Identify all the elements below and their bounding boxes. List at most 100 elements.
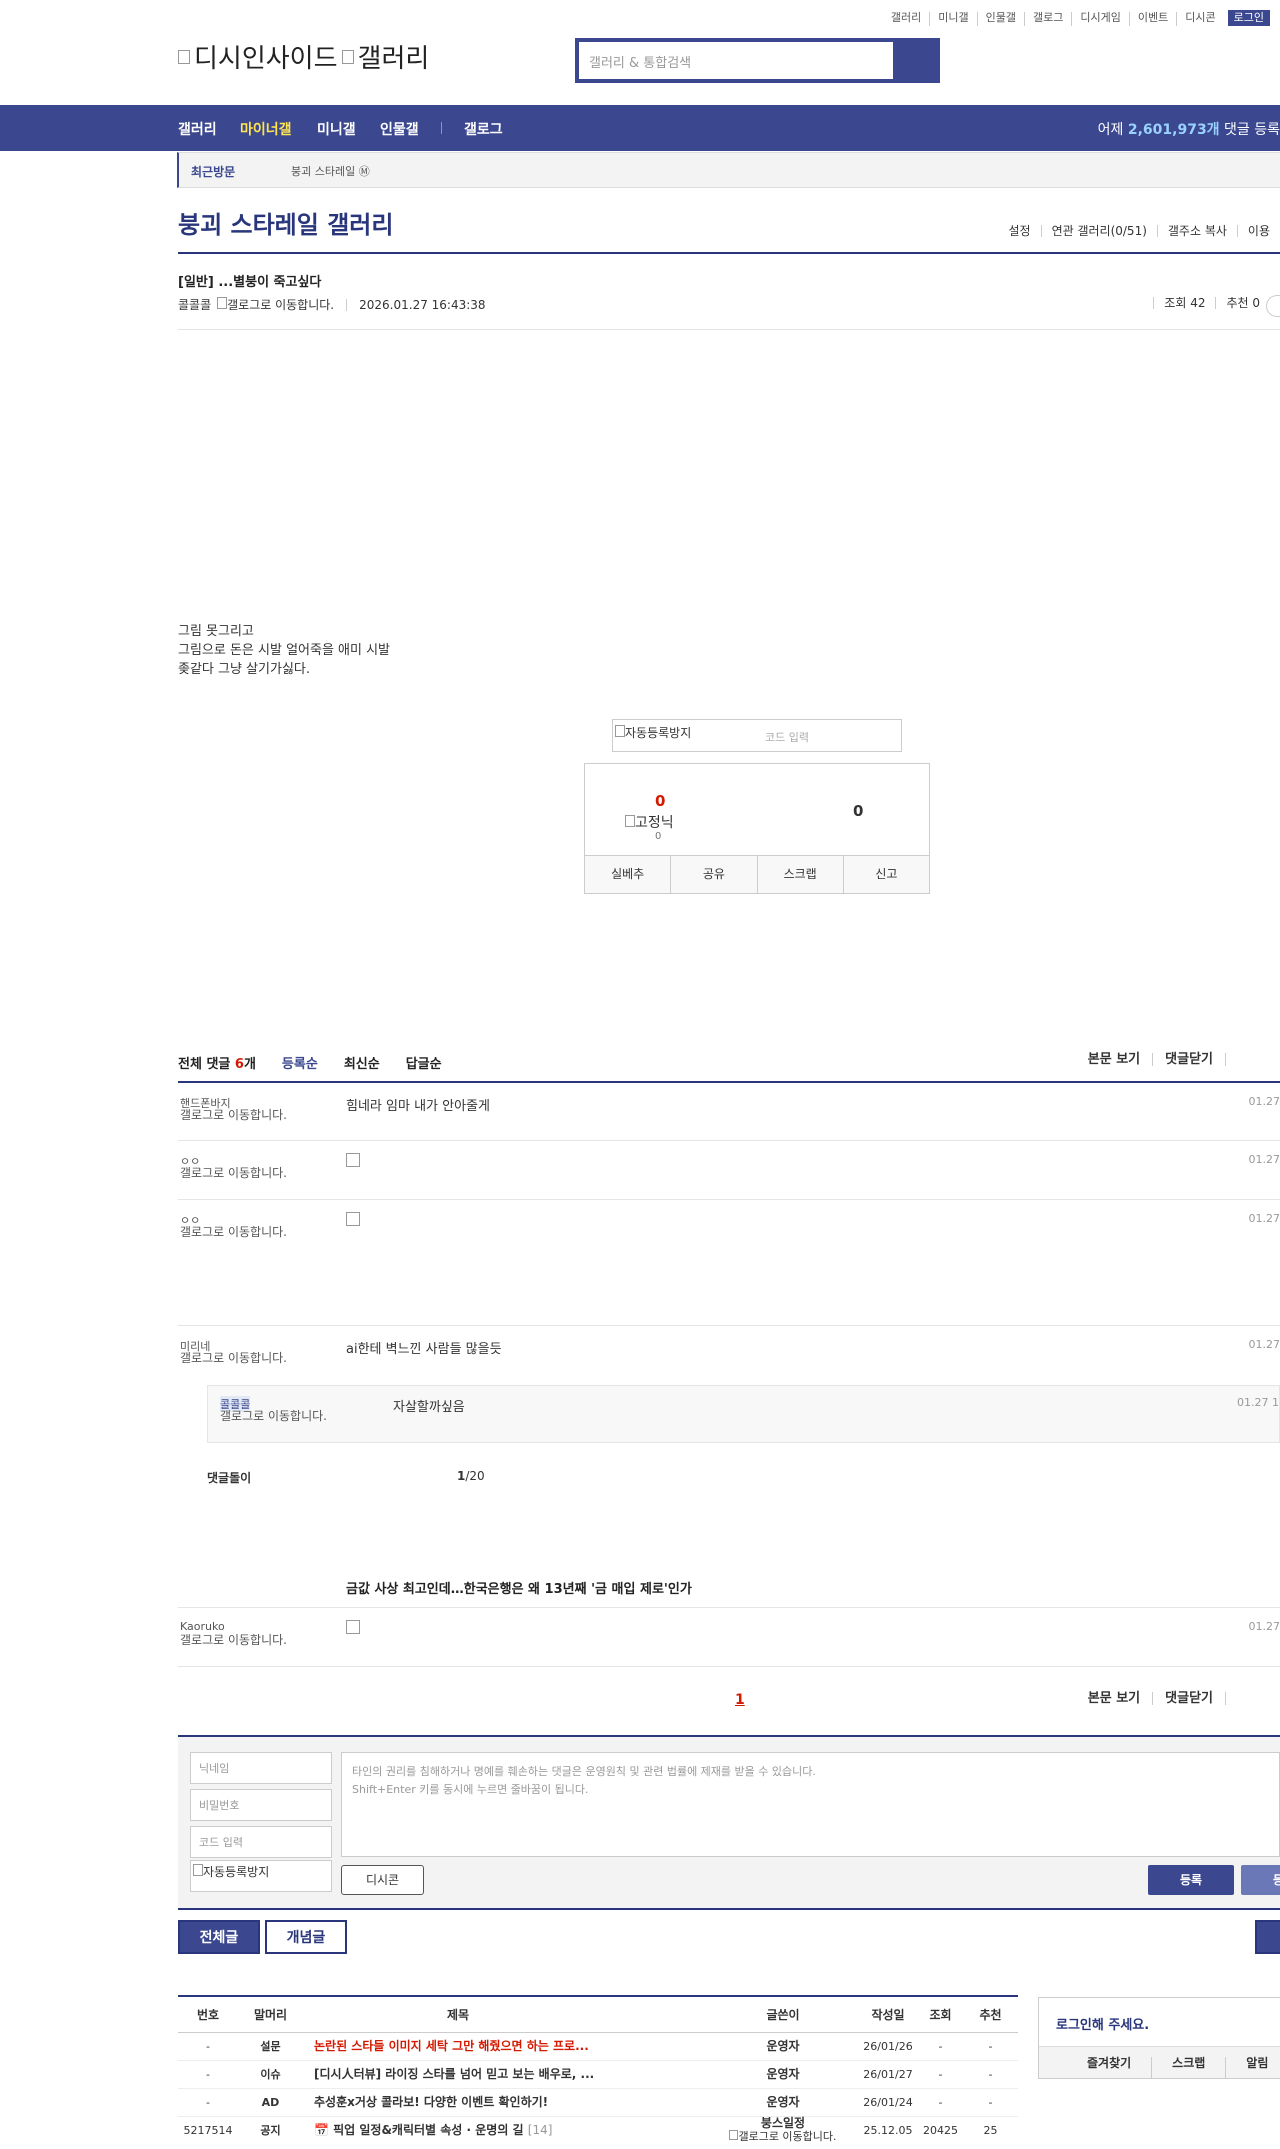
comment-page-1[interactable]: 1 [735, 1692, 745, 1708]
nav-person-gallery[interactable]: 인물갤 [380, 119, 419, 139]
nickname-input[interactable]: 닉네임 [190, 1752, 332, 1784]
write-bottom-divider [178, 1908, 1280, 1910]
reply-gallog-link[interactable]: 갤로그로 이동합니다. [220, 1410, 360, 1423]
favorites-link[interactable]: 즐겨찾기 [1039, 2057, 1151, 2078]
post-date: 2026.01.27 16:43:38 [359, 297, 486, 312]
row-date: 26/01/24 [863, 2096, 913, 2109]
close-comments-link[interactable]: 댓글닫기 [1152, 1053, 1225, 1066]
login-prompt[interactable]: 로그인해 주세요. [1056, 2014, 1149, 2033]
close-comments-link[interactable]: 댓글닫기 [1152, 1692, 1225, 1705]
broken-image-icon [729, 2130, 739, 2140]
row-writer[interactable]: 운영자 [738, 2033, 828, 2060]
table-row[interactable]: - AD 추성훈x거상 콜라보! 다양한 이벤트 확인하기! 운영자 26/01… [178, 2089, 1018, 2117]
row-subject[interactable]: 📅 픽업 일정&캐릭터별 속성 · 운명의 길 [14] [314, 2117, 734, 2144]
table-row[interactable]: 5217514 공지 📅 픽업 일정&캐릭터별 속성 · 운명의 길 [14] … [178, 2117, 1018, 2145]
util-link-event[interactable]: 이벤트 [1128, 12, 1176, 26]
table-row[interactable]: - 이슈 [디시人터뷰] 라이징 스타를 넘어 믿고 보는 배우로, ... 운… [178, 2061, 1018, 2089]
refresh-link[interactable] [1225, 1053, 1250, 1066]
captcha-image: 자동등록방지 [190, 1860, 332, 1892]
submit-button-2[interactable]: 등록 [1241, 1865, 1280, 1895]
news-headline[interactable]: 금값 사상 최고인데…한국은행은 왜 13년째 '금 매입 제로'인가 [346, 1578, 692, 1597]
report-button[interactable]: 신고 [842, 856, 929, 893]
refresh-link[interactable] [1225, 1692, 1250, 1705]
table-header: 번호 말머리 제목 글쓴이 작성일 조회 추천 [178, 1995, 1018, 2033]
share-button[interactable]: 공유 [670, 856, 756, 893]
share-circle-icon[interactable] [1266, 295, 1280, 317]
best-recommend-button[interactable]: 실베추 [585, 856, 670, 893]
sort-reply[interactable]: 답글순 [406, 1053, 442, 1072]
table-row[interactable]: - 설문 논란된 스타들 이미지 세탁 그만 해줬으면 하는 프로... 운영자… [178, 2033, 1018, 2061]
nav-minor-gallery[interactable]: 마이너갤 [240, 119, 292, 139]
sort-registered[interactable]: 등록순 [282, 1053, 318, 1072]
row-writer[interactable]: 운영자 [738, 2089, 828, 2116]
row-writer[interactable]: 붕스일정 갤로그로 이동합니다. [718, 2117, 848, 2143]
reply-item: 콜콜콜 갤로그로 이동합니다. 자살할까싶음 01.27 1 [207, 1385, 1280, 1443]
comment-gallog-link[interactable]: 갤로그로 이동합니다. [180, 1352, 320, 1365]
comment-gallog-link[interactable]: 갤로그로 이동합니다. [180, 1226, 320, 1239]
site-logo[interactable]: 디시인사이드 갤러리 [178, 38, 429, 75]
related-gallery-link[interactable]: 연관 갤러리(0/51) [1040, 225, 1157, 237]
util-link-dccon[interactable]: 디시콘 [1176, 12, 1223, 26]
util-link-game[interactable]: 디시게임 [1071, 12, 1128, 26]
comment-stat: 어제 2,601,973개 댓글 등록 [1097, 122, 1280, 138]
write-post-button[interactable] [1255, 1920, 1280, 1954]
row-subject[interactable]: 논란된 스타들 이미지 세탁 그만 해줬으면 하는 프로... [314, 2033, 734, 2060]
password-input[interactable]: 비밀번호 [190, 1789, 332, 1821]
post-writer[interactable]: 콜콜콜 [178, 296, 211, 313]
comment-gallog-link[interactable]: 갤로그로 이동합니다. [180, 1109, 320, 1122]
util-link-mini[interactable]: 미니갤 [929, 12, 976, 26]
row-reply-count: [14] [527, 2123, 553, 2137]
recent-gallery-link[interactable]: 붕괴 스타레일 Ⓜ [291, 163, 370, 179]
fixed-nick-count: 0 [655, 831, 662, 842]
nav-gallery[interactable]: 갤러리 [178, 119, 217, 139]
login-box-links: 즐겨찾기 스크랩 알림 [1039, 2046, 1280, 2078]
reply-date: 01.27 1 [1237, 1396, 1279, 1409]
util-link-person[interactable]: 인물갤 [976, 12, 1024, 26]
comment-header-links: 본문 보기 댓글닫기 [1076, 1053, 1250, 1066]
view-post-link[interactable]: 본문 보기 [1076, 1692, 1152, 1705]
all-posts-button[interactable]: 전체글 [178, 1920, 260, 1954]
broken-image-icon [178, 49, 190, 64]
search-input[interactable]: 갤러리 & 통합검색 [579, 42, 893, 79]
row-views: 20425 [923, 2124, 958, 2137]
comment-textarea[interactable]: 타인의 권리를 침해하거나 명예를 훼손하는 댓글은 운영원칙 및 관련 법률에… [341, 1752, 1280, 1857]
comment-item: 미리네 갤로그로 이동합니다. ai한테 벽느낀 사람들 많을듯 01.27 [178, 1326, 1280, 1384]
scrap-link[interactable]: 스크랩 [1151, 2057, 1225, 2078]
comment-gallog-link[interactable]: 갤로그로 이동합니다. [180, 1167, 320, 1180]
comment-bot-label: 댓글돌이 [207, 1471, 252, 1485]
comment-date: 01.27 [1248, 1212, 1280, 1225]
sort-latest[interactable]: 최신순 [344, 1053, 380, 1072]
view-post-link[interactable]: 본문 보기 [1076, 1053, 1152, 1066]
fixed-nick-recommend[interactable]: 고정닉 [625, 812, 674, 832]
search-button[interactable] [893, 42, 936, 79]
captcha-input[interactable]: 코드 입력 [765, 729, 809, 745]
scrap-button[interactable]: 스크랩 [756, 856, 843, 893]
row-number: 5217514 [183, 2124, 233, 2137]
recommend-actions: 실베추 공유 스크랩 신고 [585, 855, 929, 893]
recommend-down-count: 0 [853, 802, 864, 820]
nav-gallog[interactable]: 갤로그 [464, 119, 503, 139]
login-button[interactable]: 로그인 [1227, 10, 1270, 26]
comment-nick[interactable]: Kaoruko [180, 1620, 225, 1633]
usage-link[interactable]: 이용 [1236, 225, 1280, 237]
submit-button[interactable]: 등록 [1148, 1865, 1234, 1895]
row-subject[interactable]: 추성훈x거상 콜라보! 다양한 이벤트 확인하기! [314, 2089, 734, 2116]
code-input[interactable]: 코드 입력 [190, 1826, 332, 1858]
util-link-gallog[interactable]: 갤로그 [1024, 12, 1071, 26]
row-recommend: 25 [983, 2124, 998, 2137]
gallery-title[interactable]: 붕괴 스타레일 갤러리 [178, 205, 393, 240]
dccon-button[interactable]: 디시콘 [341, 1865, 424, 1895]
settings-link[interactable]: 설정 [998, 225, 1040, 237]
gallog-link[interactable]: 갤로그로 이동합니다. [217, 296, 334, 313]
util-link-gallery[interactable]: 갤러리 [883, 12, 929, 26]
copy-address-link[interactable]: 갤주소 복사 [1156, 225, 1237, 237]
comment-gallog-link[interactable]: 갤로그로 이동합니다. [180, 1634, 320, 1647]
row-subject[interactable]: [디시人터뷰] 라이징 스타를 넘어 믿고 보는 배우로, ... [314, 2061, 734, 2088]
nav-mini-gallery[interactable]: 미니갤 [317, 119, 356, 139]
best-posts-button[interactable]: 개념글 [265, 1920, 347, 1954]
broken-image-icon [625, 815, 635, 827]
col-writer: 글쓴이 [766, 2008, 800, 2022]
notification-link[interactable]: 알림 [1225, 2057, 1280, 2078]
gallery-title-links: 설정 연관 갤러리(0/51) 갤주소 복사 이용 [998, 225, 1280, 237]
row-writer[interactable]: 운영자 [738, 2061, 828, 2088]
